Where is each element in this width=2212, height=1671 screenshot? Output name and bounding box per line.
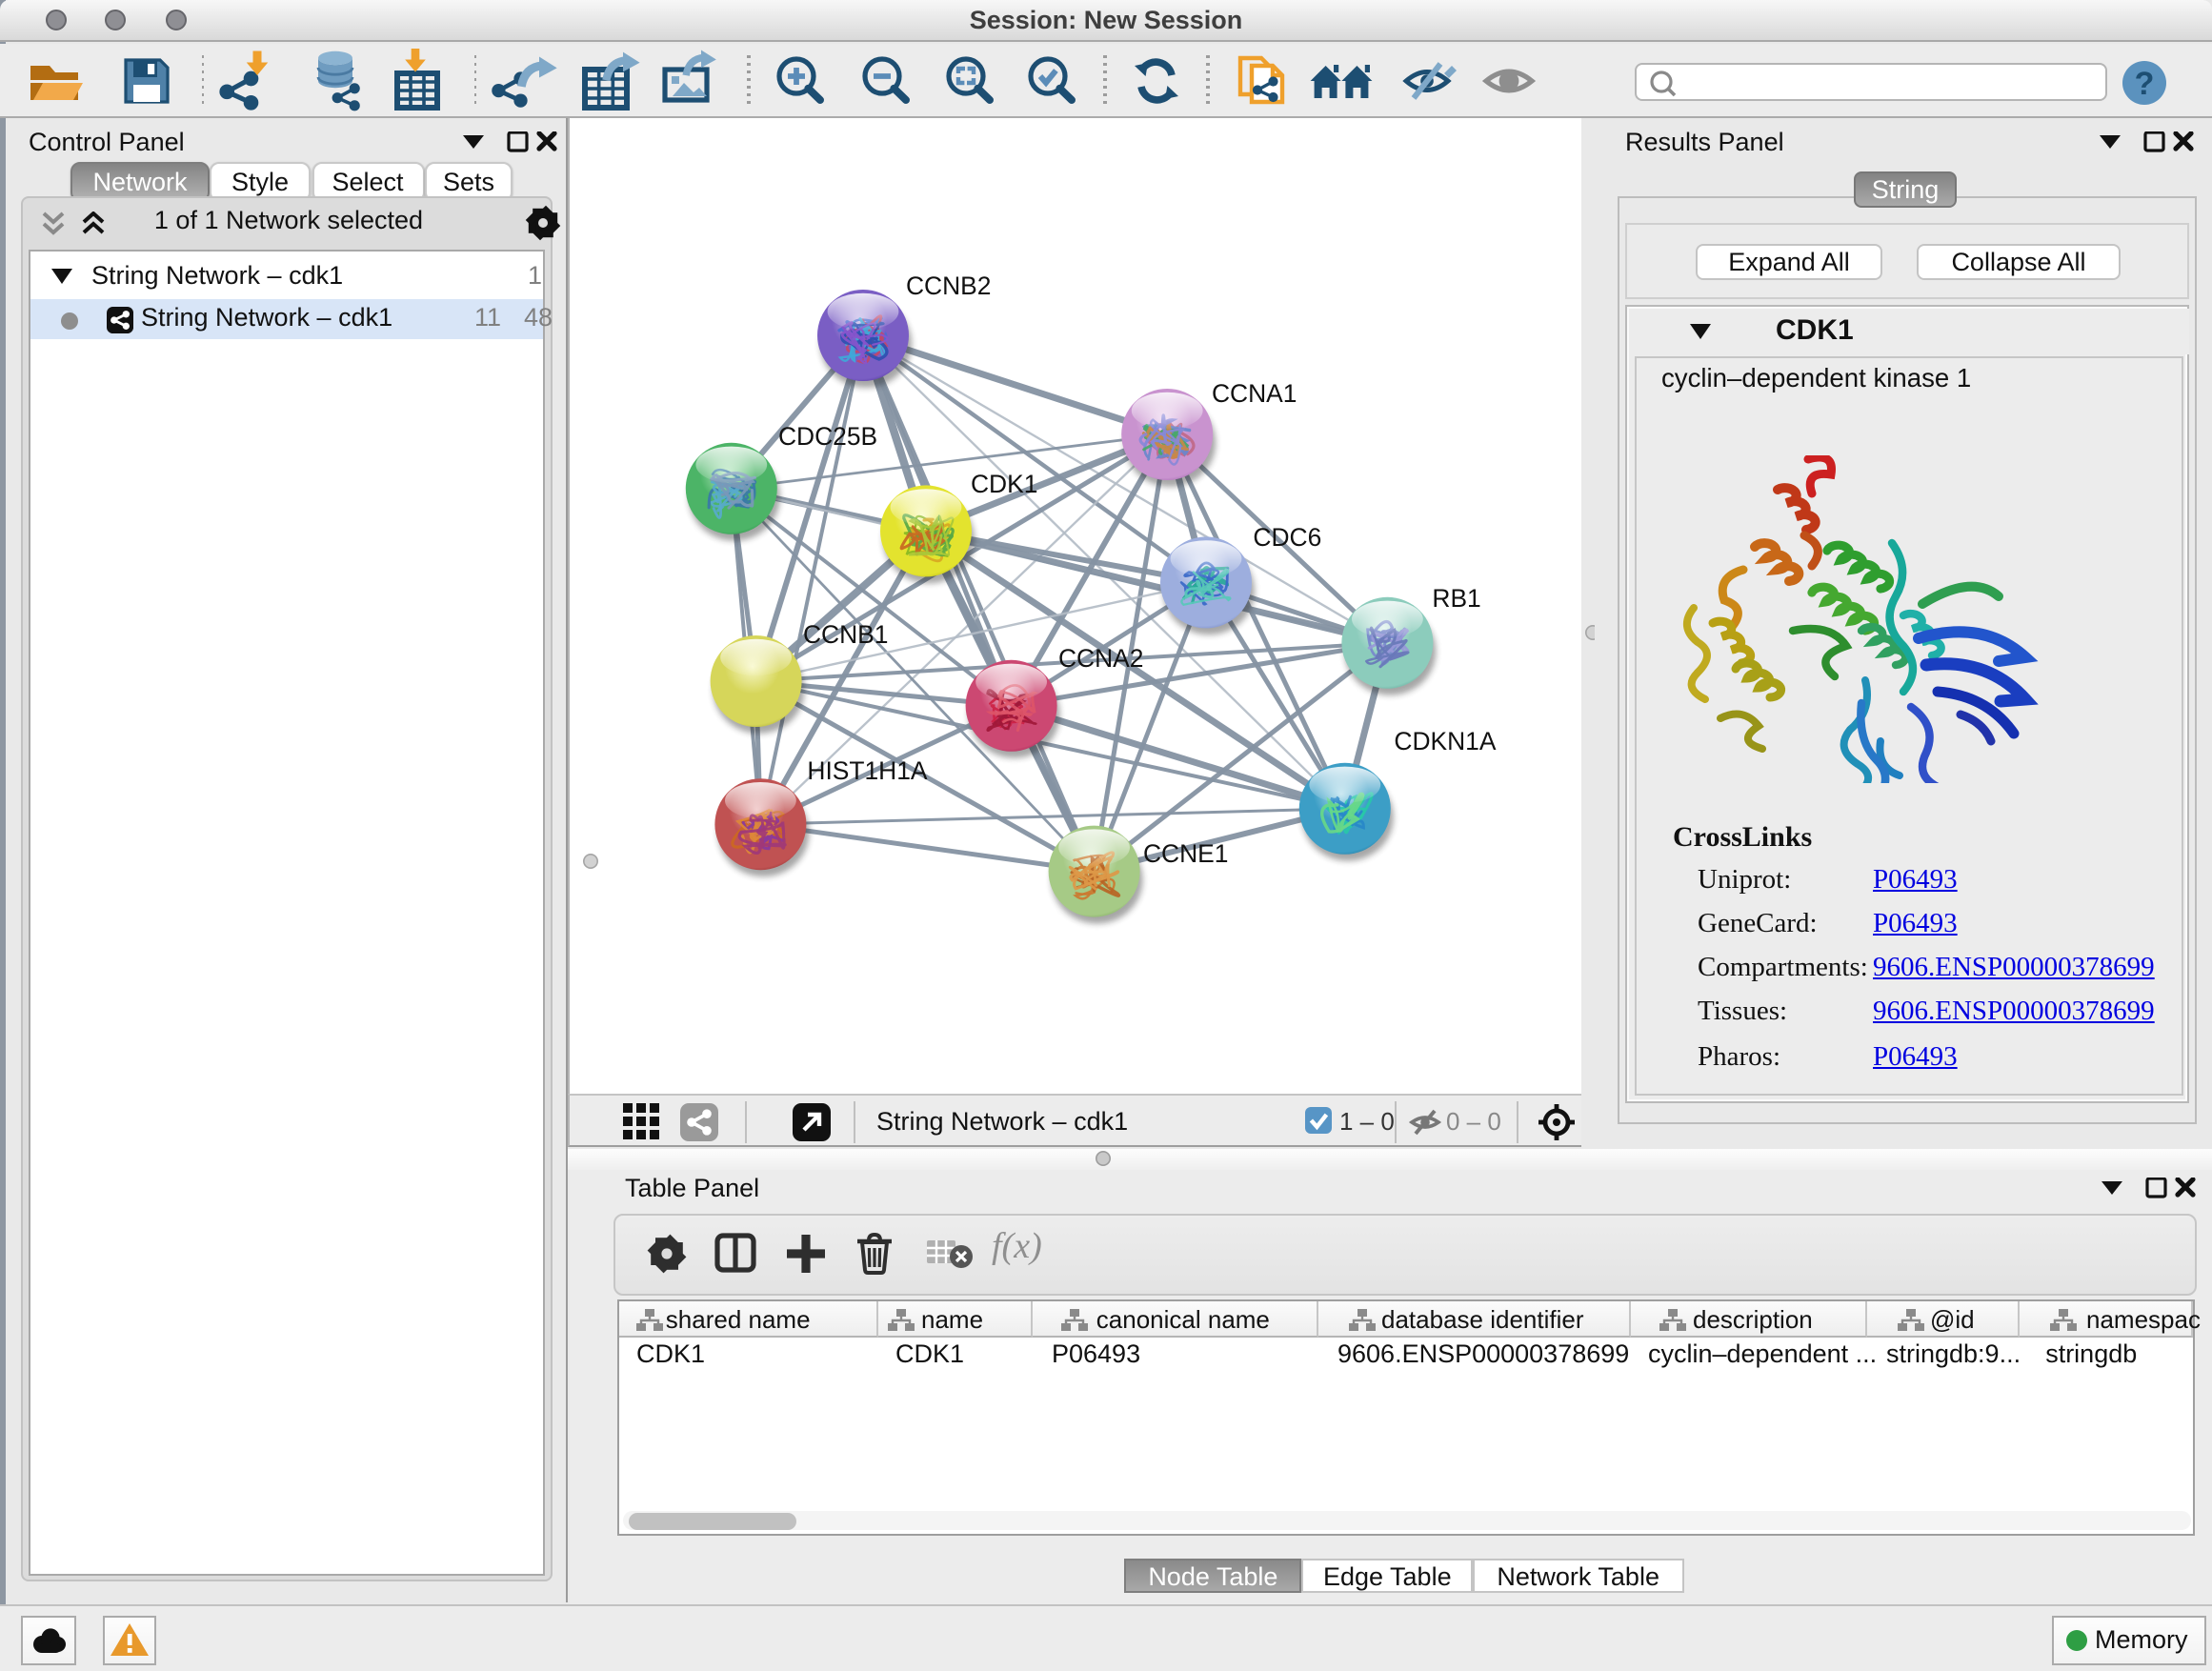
svg-text:?: ? [2135,66,2155,102]
svg-text:CDC25B: CDC25B [778,422,877,451]
svg-text:CCNA1: CCNA1 [1212,379,1297,408]
svg-text:CCNA2: CCNA2 [1058,644,1143,673]
svg-text:HIST1H1A: HIST1H1A [807,756,928,785]
svg-text:CDKN1A: CDKN1A [1394,727,1496,755]
svg-text:CCNE1: CCNE1 [1143,839,1228,868]
svg-text:CCNB1: CCNB1 [803,620,888,649]
svg-text:RB1: RB1 [1432,584,1480,613]
svg-text:CDC6: CDC6 [1253,523,1321,552]
svg-text:CCNB2: CCNB2 [906,272,991,300]
svg-text:CDK1: CDK1 [971,470,1037,498]
